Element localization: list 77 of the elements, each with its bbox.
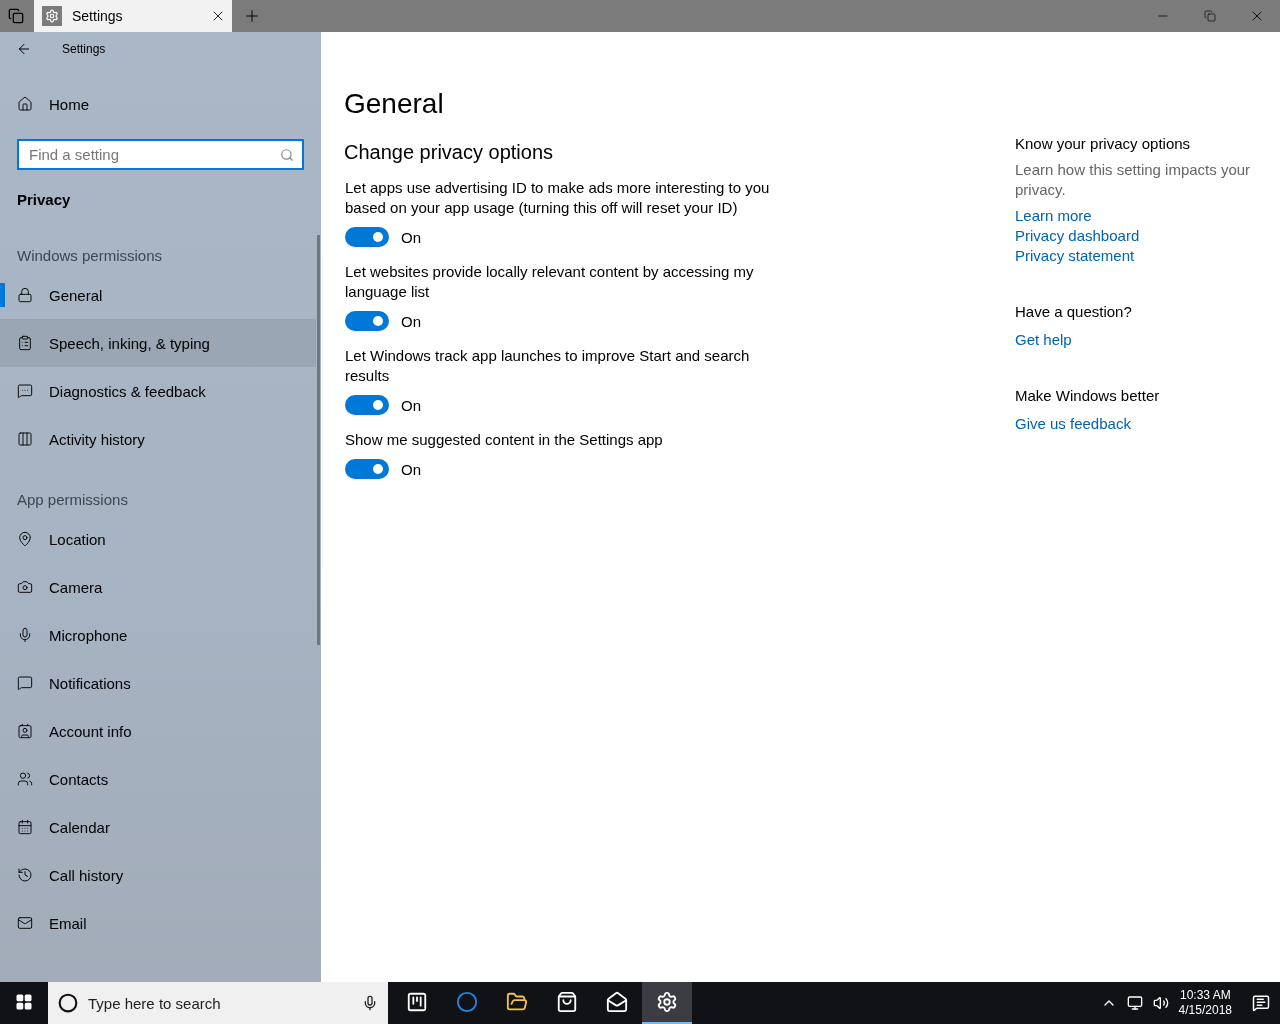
camera-icon xyxy=(17,579,33,595)
nav-item[interactable]: Contacts xyxy=(0,755,316,803)
settings-icon xyxy=(42,6,62,26)
help-link[interactable]: Give us feedback xyxy=(1015,414,1131,434)
help-link[interactable]: Get help xyxy=(1015,330,1072,350)
toggle-state: On xyxy=(401,228,421,246)
nav-item[interactable]: Location xyxy=(0,515,316,563)
toggle-state: On xyxy=(401,396,421,414)
section-heading: Change privacy options xyxy=(344,141,554,164)
setting-label: Let Windows track app launches to improve Start and search results xyxy=(345,346,751,386)
scrollbar[interactable] xyxy=(317,235,320,645)
clock[interactable]: 10:33 AM 4/15/2018 xyxy=(1178,988,1232,1018)
plus-icon xyxy=(243,7,261,25)
aside-title: Have a question? xyxy=(1015,302,1133,322)
search-field[interactable]: Find a setting xyxy=(17,139,304,170)
setting-label: Let websites provide locally relevant content by accessing my language list xyxy=(345,262,755,302)
mail-icon xyxy=(17,915,33,931)
contact-card-icon xyxy=(17,723,33,739)
people-icon xyxy=(17,771,33,787)
nav-item[interactable]: Calendar xyxy=(0,803,316,851)
home-item[interactable]: Home xyxy=(0,80,316,128)
search-icon xyxy=(280,147,294,162)
nav-item[interactable]: Camera xyxy=(0,563,316,611)
nav-item[interactable]: Account info xyxy=(0,707,316,755)
toggle-switch[interactable] xyxy=(345,311,389,331)
taskbar-app[interactable] xyxy=(642,982,692,1024)
clipboard-icon xyxy=(17,335,33,351)
nav-item[interactable]: Diagnostics & feedback xyxy=(0,367,316,415)
nav-item[interactable]: Email xyxy=(0,899,316,947)
nav-item[interactable]: General xyxy=(0,271,316,319)
nav-item[interactable]: Call history xyxy=(0,851,316,899)
section-title: Privacy xyxy=(16,190,72,210)
toggle-state: On xyxy=(401,460,421,478)
nav-item[interactable]: Activity history xyxy=(0,415,316,463)
setting-label: Show me suggested content in the Settings app xyxy=(345,430,664,450)
help-link[interactable]: Privacy statement xyxy=(1015,246,1135,266)
toggle-switch[interactable] xyxy=(345,459,389,479)
microphone-icon xyxy=(17,627,33,643)
nav-item[interactable]: Speech, inking, & typing xyxy=(0,319,316,367)
toggle-switch[interactable] xyxy=(345,227,389,247)
settings-icon xyxy=(656,991,678,1013)
taskbar-search[interactable]: Type here to search xyxy=(48,982,388,1024)
folder-icon xyxy=(506,991,528,1013)
tab-title: Settings xyxy=(72,8,124,24)
page-title: General xyxy=(344,88,445,120)
setting-label: Let apps use advertising ID to make ads more interesting to you based on your app usage (turning this off will reset your ID) xyxy=(345,178,771,218)
windows-logo-icon xyxy=(15,993,33,1011)
back-icon[interactable] xyxy=(16,41,32,57)
toggle-switch[interactable] xyxy=(345,395,389,415)
cortana-icon xyxy=(58,993,78,1013)
volume-icon[interactable] xyxy=(1152,995,1169,1011)
envelope-icon xyxy=(606,991,628,1013)
help-link[interactable]: Learn more xyxy=(1015,206,1092,226)
history-icon xyxy=(17,867,33,883)
home-icon xyxy=(17,96,33,112)
toggle-state: On xyxy=(401,312,421,330)
nav-item[interactable]: Notifications xyxy=(0,659,316,707)
group-title: Windows permissions xyxy=(16,246,164,266)
app-title: Settings xyxy=(62,42,106,56)
speech-bubble-icon xyxy=(17,383,33,399)
columns-icon xyxy=(17,431,33,447)
calendar-icon xyxy=(17,819,33,835)
aside-title: Make Windows better xyxy=(1015,386,1161,406)
speech-bubble-icon xyxy=(17,675,33,691)
browser-tab[interactable]: Settings xyxy=(34,0,232,32)
network-icon[interactable] xyxy=(1126,995,1143,1011)
help-link[interactable]: Privacy dashboard xyxy=(1015,226,1140,246)
nav-item[interactable]: Microphone xyxy=(0,611,316,659)
map-pin-icon xyxy=(17,531,33,547)
notification-icon[interactable] xyxy=(1252,994,1270,1012)
store-bag-icon xyxy=(556,991,578,1013)
restore-icon xyxy=(1203,10,1216,22)
group-title: App permissions xyxy=(16,490,129,510)
aside-text: Learn how this setting impacts your privacy. xyxy=(1015,160,1252,200)
microphone-icon[interactable] xyxy=(362,995,378,1011)
lock-icon xyxy=(17,287,33,303)
aside-title: Know your privacy options xyxy=(1015,134,1192,154)
